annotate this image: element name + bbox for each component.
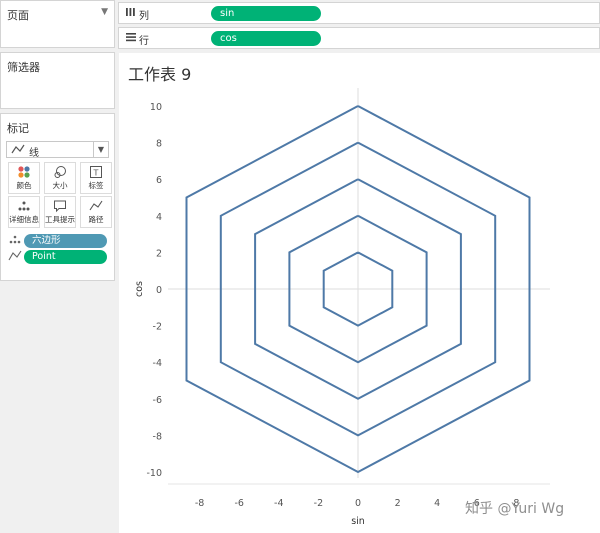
line-mark-icon <box>11 143 25 158</box>
mark-field-pill[interactable]: Point <box>24 250 107 264</box>
size-button-label: 大小 <box>52 181 68 190</box>
rows-pill[interactable]: cos <box>211 31 321 46</box>
size-button[interactable]: 大小 <box>44 162 76 194</box>
label-button-label: 标签 <box>88 181 104 190</box>
marks-panel-title: 标记 <box>7 122 29 135</box>
detail-button[interactable]: 详细信息 <box>8 196 40 228</box>
color-dots-icon <box>9 165 39 181</box>
label-button[interactable]: T 标签 <box>80 162 112 194</box>
pages-panel[interactable]: 页面 ▼ <box>0 0 115 48</box>
columns-pill[interactable]: sin <box>211 6 321 21</box>
tooltip-button-label: 工具提示 <box>45 215 75 224</box>
color-button-label: 颜色 <box>16 181 32 190</box>
rows-shelf[interactable]: 行 cos <box>118 27 600 49</box>
path-line-icon <box>8 250 22 265</box>
watermark: 知乎 @Yuri Wg <box>465 501 565 517</box>
sheet-title: 工作表 9 <box>128 65 192 84</box>
marks-panel: 标记 线 ▼ 颜色 大小 T 标签 详细信息 工具提示 路径 六边形 Point <box>0 113 115 281</box>
rows-icon <box>125 31 137 46</box>
filters-panel[interactable]: 筛选器 <box>0 52 115 109</box>
detail-button-label: 详细信息 <box>9 215 39 224</box>
tooltip-icon <box>45 199 75 215</box>
columns-shelf[interactable]: 列 sin <box>118 2 600 24</box>
mark-field-row: 六边形 <box>6 234 109 248</box>
columns-icon <box>125 6 136 21</box>
size-icon <box>45 165 75 181</box>
mark-field-row: Point <box>6 250 109 264</box>
worksheet: 工作表 9 <box>119 53 600 533</box>
columns-shelf-label: 列 <box>139 11 149 22</box>
svg-text:T: T <box>93 169 99 178</box>
color-button[interactable]: 颜色 <box>8 162 40 194</box>
chevron-down-icon[interactable]: ▼ <box>101 7 108 17</box>
tooltip-button[interactable]: 工具提示 <box>44 196 76 228</box>
path-button-label: 路径 <box>88 215 104 224</box>
pages-panel-title: 页面 <box>7 9 29 22</box>
path-button[interactable]: 路径 <box>80 196 112 228</box>
detail-dots-icon <box>8 234 22 249</box>
filters-panel-title: 筛选器 <box>7 61 40 74</box>
detail-icon <box>9 199 39 215</box>
chevron-down-icon[interactable]: ▼ <box>93 142 108 157</box>
mark-type-label: 线 <box>29 148 39 159</box>
label-icon: T <box>81 165 111 181</box>
rows-shelf-label: 行 <box>139 36 149 47</box>
mark-type-dropdown[interactable]: 线 ▼ <box>6 141 109 159</box>
path-icon <box>81 199 111 215</box>
mark-field-pill[interactable]: 六边形 <box>24 234 107 248</box>
